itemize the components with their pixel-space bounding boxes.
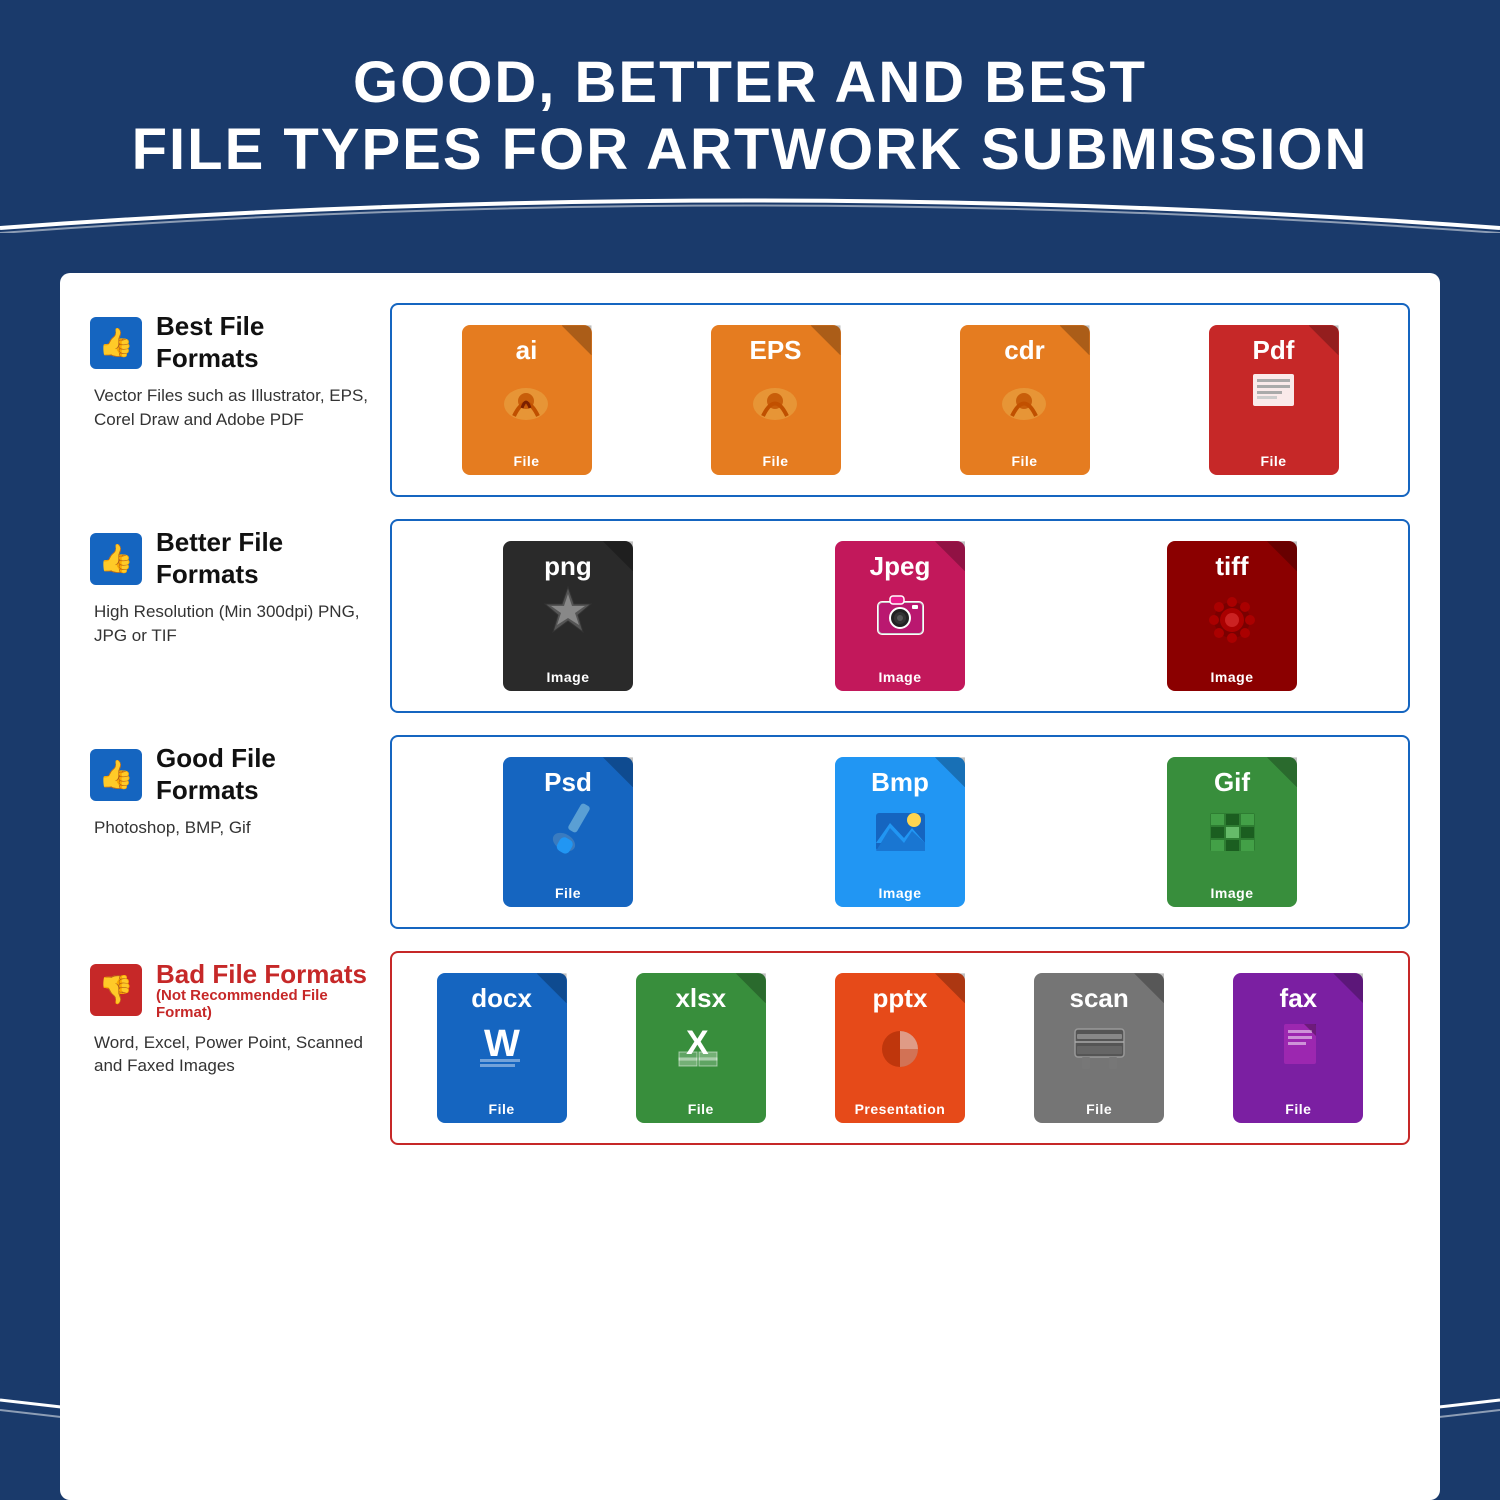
good-thumbs-symbol: 👍: [99, 758, 134, 791]
file-icon-psd: Psd File: [498, 757, 638, 907]
file-icon-fax: fax File: [1228, 973, 1368, 1123]
eps-icon: [743, 366, 808, 431]
psd-icon: [536, 798, 601, 863]
best-thumbs-icon: 👍: [90, 317, 142, 369]
bad-thumbs-symbol: 👎: [99, 973, 134, 1006]
file-icon-png: png Image: [498, 541, 638, 691]
good-row: 👍 Good File Formats Photoshop, BMP, Gif …: [90, 735, 1410, 929]
file-shape-pdf: Pdf File: [1209, 325, 1339, 475]
file-icon-ai: ai File: [457, 325, 597, 475]
bmp-icon: [868, 798, 933, 863]
file-icon-eps: EPS File: [706, 325, 846, 475]
xlsx-icon: X: [671, 1014, 731, 1074]
file-shape-eps: EPS File: [711, 325, 841, 475]
bad-label-side: 👎 Bad File Formats (Not Recommended File…: [90, 951, 390, 1145]
better-label-side: 👍 Better File Formats High Resolution (M…: [90, 519, 390, 713]
pptx-icon: [870, 1014, 930, 1074]
file-shape-xlsx: xlsx X File: [636, 973, 766, 1123]
better-desc: High Resolution (Min 300dpi) PNG, JPG or…: [90, 600, 370, 648]
cdr-icon: [992, 366, 1057, 431]
fax-icon: [1266, 1014, 1331, 1074]
tiff-icon: [1200, 582, 1265, 647]
header-line1: GOOD, BETTER AND BEST: [353, 50, 1147, 115]
header-title: GOOD, BETTER AND BEST FILE TYPES FOR ART…: [60, 50, 1440, 183]
file-shape-gif: Gif: [1167, 757, 1297, 907]
file-shape-fax: fax File: [1233, 973, 1363, 1123]
file-shape-bmp: Bmp Image: [835, 757, 965, 907]
good-thumbs-icon: 👍: [90, 749, 142, 801]
file-icon-jpeg: Jpeg Image: [830, 541, 970, 691]
better-thumbs-symbol: 👍: [99, 542, 134, 575]
file-shape-pptx: pptx Presentation: [835, 973, 965, 1123]
pdf-icon: [1241, 366, 1306, 426]
file-shape-docx: docx W File: [437, 973, 567, 1123]
svg-text:W: W: [484, 1023, 520, 1065]
file-icon-cdr: cdr File: [955, 325, 1095, 475]
better-label-top: 👍 Better File Formats: [90, 527, 370, 589]
scan-icon: [1067, 1014, 1132, 1074]
file-shape-jpeg: Jpeg Image: [835, 541, 965, 691]
file-shape-cdr: cdr File: [960, 325, 1090, 475]
png-icon: [533, 582, 603, 647]
file-shape-tiff: tiff: [1167, 541, 1297, 691]
header: GOOD, BETTER AND BEST FILE TYPES FOR ART…: [0, 0, 1500, 213]
file-icon-bmp: Bmp Image: [830, 757, 970, 907]
content-area: 👍 Best File Formats Vector Files such as…: [60, 273, 1440, 1500]
file-icon-docx: docx W File: [432, 973, 572, 1123]
better-thumbs-icon: 👍: [90, 533, 142, 585]
bad-row: 👎 Bad File Formats (Not Recommended File…: [90, 951, 1410, 1145]
bad-title-wrap: Bad File Formats (Not Recommended File F…: [156, 959, 370, 1020]
jpeg-icon: [868, 582, 933, 647]
best-title: Best File Formats: [156, 311, 370, 373]
best-row: 👍 Best File Formats Vector Files such as…: [90, 303, 1410, 497]
good-label-top: 👍 Good File Formats: [90, 743, 370, 805]
good-icons-container: Psd File Bmp: [390, 735, 1410, 929]
swoosh-svg: [0, 173, 1500, 233]
better-title: Better File Formats: [156, 527, 370, 589]
ai-icon: [494, 366, 559, 431]
file-icon-gif: Gif: [1162, 757, 1302, 907]
best-label-top: 👍 Best File Formats: [90, 311, 370, 373]
bad-title: Bad File Formats: [156, 959, 370, 990]
bad-subtitle: (Not Recommended File Format): [156, 987, 370, 1021]
file-icon-scan: scan File: [1029, 973, 1169, 1123]
docx-icon: W: [472, 1014, 532, 1074]
file-icon-tiff: tiff: [1162, 541, 1302, 691]
bad-desc: Word, Excel, Power Point, Scanned and Fa…: [90, 1031, 370, 1079]
bad-thumbs-icon: 👎: [90, 964, 142, 1016]
better-row: 👍 Better File Formats High Resolution (M…: [90, 519, 1410, 713]
file-shape-ai: ai File: [462, 325, 592, 475]
good-title: Good File Formats: [156, 743, 370, 805]
file-shape-scan: scan File: [1034, 973, 1164, 1123]
bad-label-top: 👎 Bad File Formats (Not Recommended File…: [90, 959, 370, 1020]
better-icons-container: png Image Jpeg: [390, 519, 1410, 713]
main-container: GOOD, BETTER AND BEST FILE TYPES FOR ART…: [0, 0, 1500, 1500]
gif-icon: [1200, 798, 1265, 863]
header-line2: FILE TYPES FOR ARTWORK SUBMISSION: [132, 117, 1369, 182]
good-desc: Photoshop, BMP, Gif: [90, 816, 370, 840]
file-shape-png: png Image: [503, 541, 633, 691]
file-icon-xlsx: xlsx X File: [631, 973, 771, 1123]
file-icon-pptx: pptx Presentation: [830, 973, 970, 1123]
best-label-side: 👍 Best File Formats Vector Files such as…: [90, 303, 390, 497]
best-desc: Vector Files such as Illustrator, EPS, C…: [90, 384, 370, 432]
bad-icons-container: docx W File xlsx X: [390, 951, 1410, 1145]
best-icons-container: ai File EPS: [390, 303, 1410, 497]
good-label-side: 👍 Good File Formats Photoshop, BMP, Gif: [90, 735, 390, 929]
file-shape-psd: Psd File: [503, 757, 633, 907]
file-icon-pdf: Pdf File: [1204, 325, 1344, 475]
best-thumbs-symbol: 👍: [99, 326, 134, 359]
